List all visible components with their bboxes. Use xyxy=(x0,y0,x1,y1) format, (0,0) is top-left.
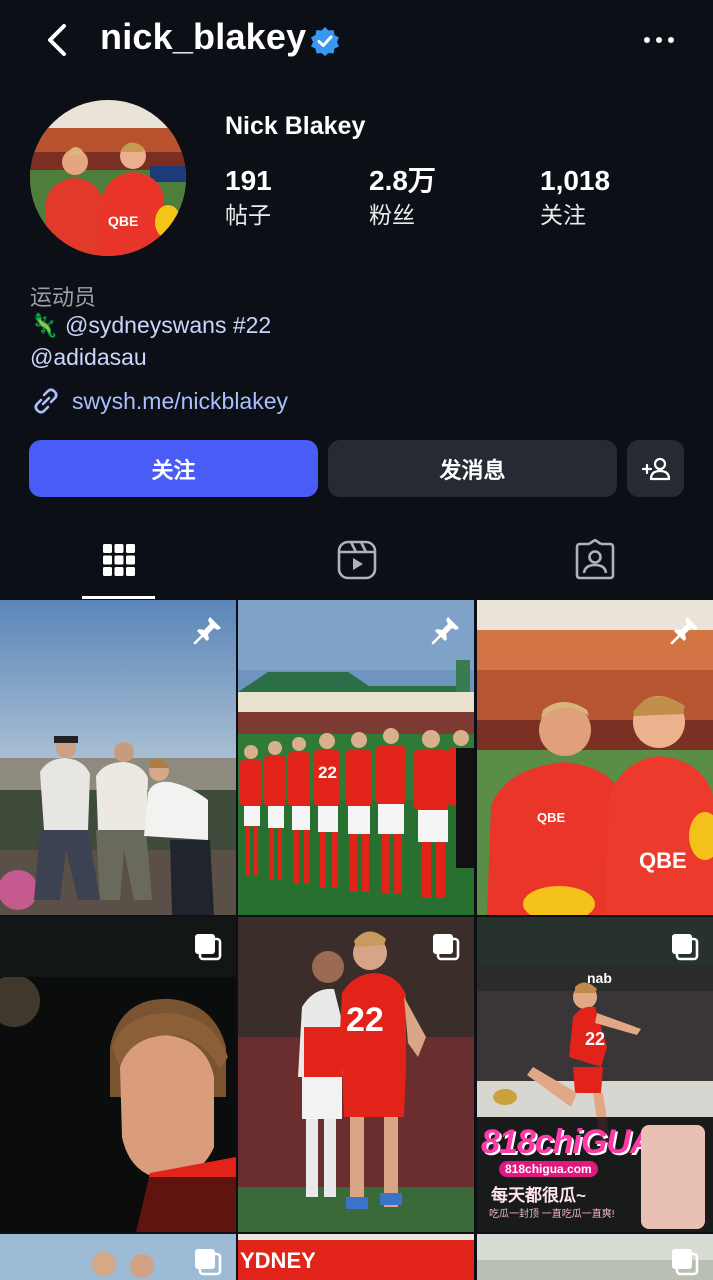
svg-text:QBE: QBE xyxy=(537,810,566,825)
post-tile[interactable]: YDNEY xyxy=(238,1234,474,1280)
top-bar: nick_blakey xyxy=(0,0,713,84)
post-image: 22 xyxy=(238,917,474,1232)
post-tile[interactable]: nab 22 818chiGUA 818chigua.com 每天都很瓜~ 吃瓜… xyxy=(477,917,713,1232)
carousel-icon xyxy=(195,934,222,961)
stat-following-label: 关注 xyxy=(540,202,586,228)
tagged-person-icon xyxy=(575,539,614,580)
sponsor-text: nab xyxy=(587,970,612,986)
svg-text:QBE: QBE xyxy=(108,213,138,229)
tab-posts-indicator xyxy=(82,596,155,599)
stat-followers-value: 2.8万 xyxy=(369,165,436,196)
link-icon xyxy=(34,388,58,414)
bio-mention-team[interactable]: 🦎 @sydneyswans #22 xyxy=(30,312,271,339)
post-tile[interactable] xyxy=(0,600,236,915)
pin-icon xyxy=(670,617,698,645)
bio-link-row[interactable]: swysh.me/nickblakey xyxy=(30,384,288,418)
bio-mention-sponsor[interactable]: @adidasau xyxy=(30,344,147,371)
ad-tagline: 吃瓜一封顶 一直吃瓜一直爽! xyxy=(489,1209,615,1220)
stat-posts-value: 191 xyxy=(225,165,272,196)
ad-slogan: 每天都很瓜~ xyxy=(491,1186,586,1205)
follow-button[interactable]: 关注 xyxy=(29,440,318,497)
stat-posts[interactable]: 191 帖子 xyxy=(225,164,272,230)
post-tile[interactable] xyxy=(0,1234,236,1280)
profile-screen: nick_blakey QBE Nick Blakey 191 帖子 2.8万 … xyxy=(0,0,713,1280)
username-title: nick_blakey xyxy=(100,16,307,57)
tab-tagged[interactable] xyxy=(476,520,713,600)
ad-model-image xyxy=(641,1125,705,1229)
suggested-users-button[interactable] xyxy=(627,440,684,497)
stat-followers[interactable]: 2.8万 粉丝 xyxy=(369,164,436,230)
verified-badge-icon xyxy=(311,27,339,56)
pin-icon xyxy=(431,617,459,645)
reels-icon xyxy=(337,540,376,580)
post-image: 22 xyxy=(238,600,474,915)
bio-link-text[interactable]: swysh.me/nickblakey xyxy=(72,388,288,415)
full-name: Nick Blakey xyxy=(225,112,366,140)
back-arrow-icon[interactable] xyxy=(40,20,76,60)
post-tile[interactable]: QBE QBE xyxy=(477,600,713,915)
carousel-icon xyxy=(672,934,699,961)
profile-tabs xyxy=(0,520,713,600)
more-options-icon[interactable] xyxy=(639,26,679,54)
add-person-icon xyxy=(641,457,670,480)
carousel-icon xyxy=(195,1249,222,1276)
ad-brand: 818chiGUA xyxy=(481,1123,654,1161)
stat-posts-label: 帖子 xyxy=(225,202,271,228)
stat-following-value: 1,018 xyxy=(540,165,611,196)
overlay-ad-banner[interactable]: 818chiGUA 818chigua.com 每天都很瓜~ 吃瓜一封顶 一直吃… xyxy=(477,1117,713,1232)
bio-category: 运动员 xyxy=(30,285,97,310)
post-image: YDNEY xyxy=(238,1234,474,1280)
carousel-icon xyxy=(433,934,460,961)
jersey-number: 22 xyxy=(346,1001,384,1039)
tab-reels[interactable] xyxy=(238,520,475,600)
post-tile[interactable]: 22 xyxy=(238,917,474,1232)
post-tile[interactable]: 22 xyxy=(238,600,474,915)
post-image xyxy=(0,917,236,1232)
stat-followers-label: 粉丝 xyxy=(369,202,415,228)
stat-following[interactable]: 1,018 关注 xyxy=(540,164,610,230)
carousel-icon xyxy=(672,1249,699,1276)
post-tile[interactable] xyxy=(477,1234,713,1280)
pin-icon xyxy=(193,617,221,645)
sign-text: YDNEY xyxy=(240,1248,316,1273)
post-image: QBE QBE xyxy=(477,600,713,915)
post-image xyxy=(0,600,236,915)
post-tile[interactable] xyxy=(0,917,236,1232)
jersey-number: 22 xyxy=(318,763,337,782)
message-button[interactable]: 发消息 xyxy=(328,440,617,497)
sponsor-text: QBE xyxy=(639,848,687,873)
ad-site: 818chigua.com xyxy=(499,1161,598,1177)
grid-icon xyxy=(102,544,135,576)
tab-posts[interactable] xyxy=(0,520,237,600)
profile-avatar[interactable]: QBE xyxy=(30,100,186,256)
jersey-number: 22 xyxy=(585,1029,605,1049)
